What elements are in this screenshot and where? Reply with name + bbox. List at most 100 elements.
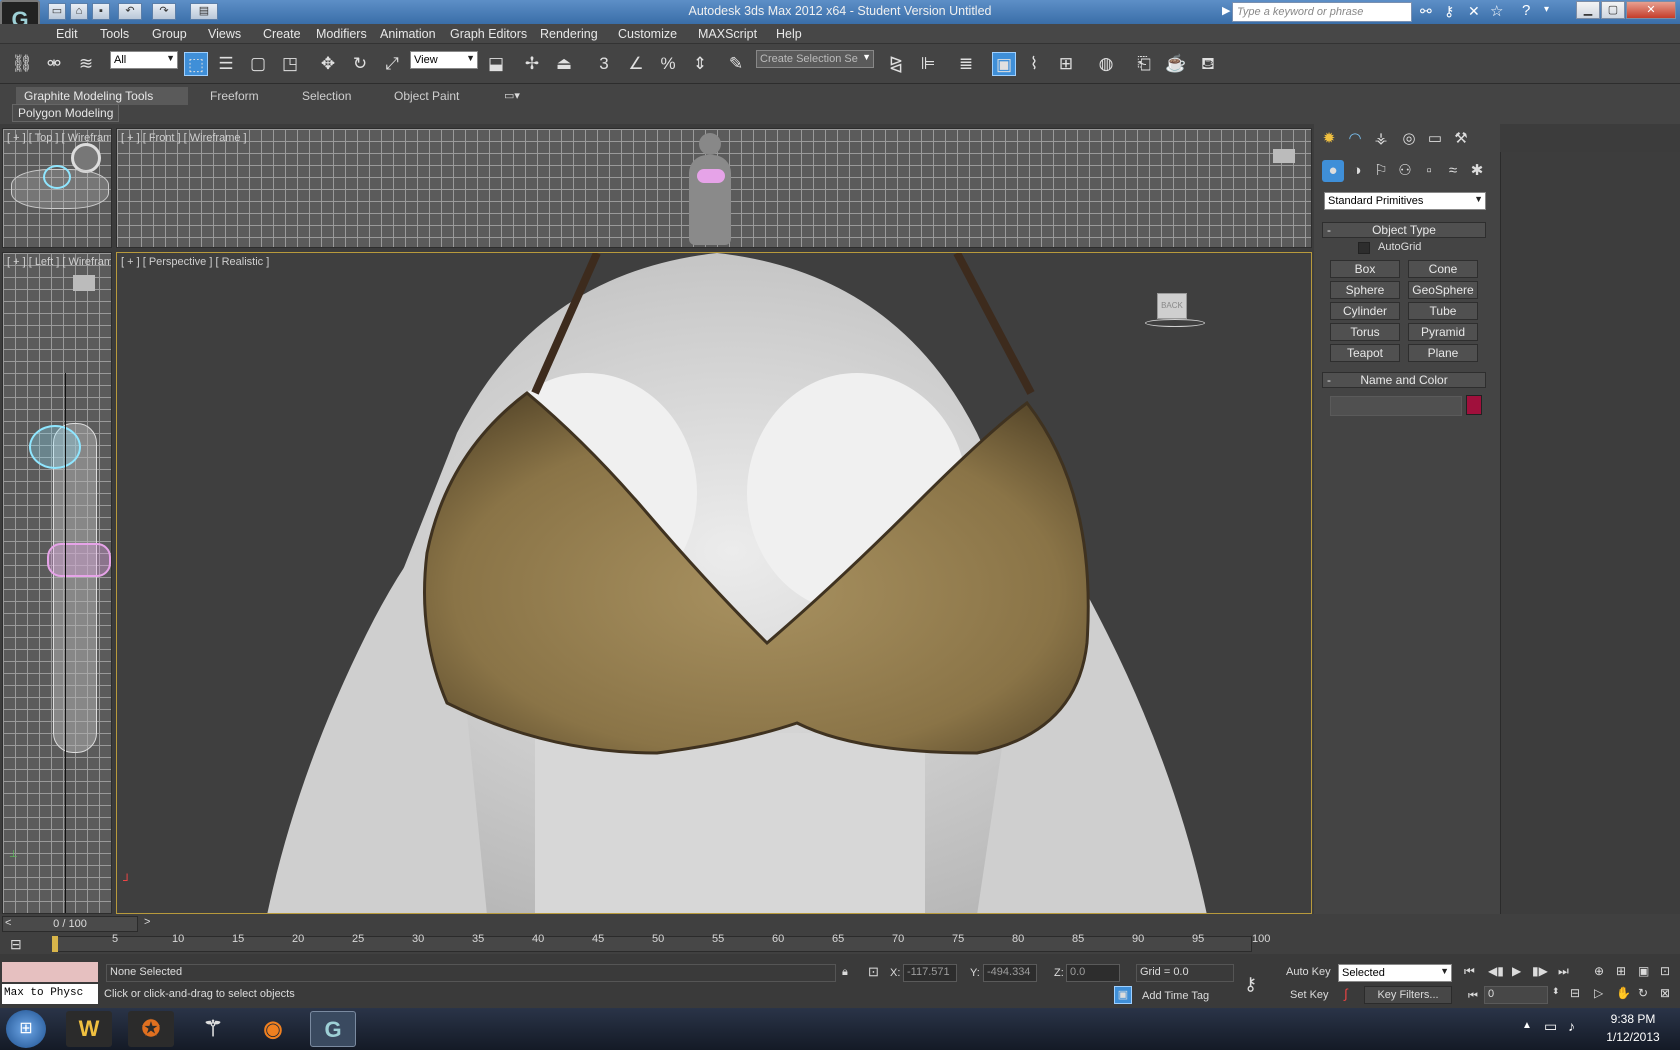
warcraft-app-icon[interactable]: W — [66, 1011, 112, 1047]
bind-space-warp-icon[interactable]: ≋ — [74, 52, 98, 76]
menu-tools[interactable]: Tools — [100, 27, 129, 41]
frame-spinner-icon[interactable]: ⬍ — [1552, 986, 1560, 997]
field-of-view-icon[interactable]: ▷ — [1594, 986, 1603, 1000]
add-time-tag[interactable]: Add Time Tag — [1142, 990, 1209, 1002]
autogrid-checkbox[interactable] — [1358, 242, 1370, 254]
viewcube-icon[interactable] — [73, 275, 95, 291]
viewport-top-label[interactable]: [ + ] [ Top ] [ Wirefram — [7, 132, 111, 144]
helpers-icon[interactable]: ▫ — [1418, 160, 1440, 182]
render-setup-icon[interactable]: ⎗ — [1132, 52, 1156, 76]
previous-frame-icon[interactable]: ◀▮ — [1488, 964, 1504, 978]
favorites-star-icon[interactable]: ☆ — [1490, 2, 1503, 20]
viewport-front[interactable]: [ + ] [ Front ] [ Wireframe ] — [116, 128, 1312, 248]
modify-tab-icon[interactable]: ◠ — [1344, 128, 1366, 150]
viewport-left-label[interactable]: [ + ] [ Left ] [ Wirefram — [7, 256, 111, 268]
key-mode-toggle-icon[interactable]: ⏮ — [1468, 990, 1478, 1003]
set-key-button[interactable]: Set Key — [1290, 989, 1329, 1001]
motion-tab-icon[interactable]: ◎ — [1398, 128, 1420, 150]
pivot-center-icon[interactable]: ⬓ — [484, 52, 508, 76]
display-tab-icon[interactable]: ▭ — [1424, 128, 1446, 150]
select-and-move-icon[interactable]: ✥ — [316, 52, 340, 76]
mirror-icon[interactable]: ⧎ — [884, 52, 908, 76]
align-icon[interactable]: ⊫ — [916, 52, 940, 76]
show-hidden-icons-icon[interactable]: ▲ — [1522, 1020, 1532, 1031]
binoculars-icon[interactable]: ⚯ — [1420, 3, 1432, 20]
mini-curve-editor-icon[interactable]: ⊟ — [10, 936, 22, 953]
rendered-frame-window-icon[interactable]: ☕ — [1164, 52, 1188, 76]
time-slider-next-icon[interactable]: > — [144, 916, 150, 928]
auto-key-button[interactable]: Auto Key — [1286, 966, 1331, 978]
menu-views[interactable]: Views — [208, 27, 241, 41]
menu-modifiers[interactable]: Modifiers — [316, 27, 367, 41]
select-object-icon[interactable]: ⬚ — [184, 52, 208, 76]
menu-rendering[interactable]: Rendering — [540, 27, 598, 41]
clock-time[interactable]: 9:38 PM — [1600, 1012, 1666, 1026]
zoom-extents-icon[interactable]: ▣ — [1638, 964, 1649, 978]
tab-freeform[interactable]: Freeform — [202, 87, 267, 105]
network-icon[interactable]: ▭ — [1544, 1018, 1557, 1035]
zoom-icon[interactable]: ⊕ — [1594, 964, 1604, 978]
viewport-perspective[interactable]: [ + ] [ Perspective ] [ Realistic ] BACK… — [116, 252, 1312, 914]
utilities-tab-icon[interactable]: ⚒ — [1450, 128, 1472, 150]
panel-polygon-modeling[interactable]: Polygon Modeling — [12, 104, 120, 122]
selection-filter-dropdown[interactable]: All ▼ — [110, 51, 178, 69]
time-configuration-icon[interactable]: ⊟ — [1570, 986, 1580, 1000]
viewport-top[interactable]: [ + ] [ Top ] [ Wirefram — [2, 128, 112, 248]
menu-animation[interactable]: Animation — [380, 27, 436, 41]
volume-icon[interactable]: ♪ — [1568, 1018, 1575, 1034]
save-file-icon[interactable]: ▪ — [92, 3, 110, 20]
starcraft-app-icon[interactable]: ✪ — [128, 1011, 174, 1047]
named-selection-field[interactable]: Create Selection Se ▼ — [756, 50, 874, 68]
unlink-selection-icon[interactable]: ⚮ — [42, 52, 66, 76]
select-and-manipulate-icon[interactable]: ✢ — [520, 52, 544, 76]
reference-coordinate-dropdown[interactable]: View ▼ — [410, 51, 478, 69]
tab-selection[interactable]: Selection — [294, 87, 359, 105]
key-filters-button[interactable]: Key Filters... — [1364, 986, 1452, 1004]
viewcube-back[interactable]: BACK — [1157, 293, 1187, 319]
menu-customize[interactable]: Customize — [618, 27, 677, 41]
cylinder-button[interactable]: Cylinder — [1330, 302, 1400, 320]
cone-button[interactable]: Cone — [1408, 260, 1478, 278]
select-by-name-icon[interactable]: ☰ — [214, 52, 238, 76]
object-color-swatch[interactable] — [1466, 395, 1482, 415]
menu-maxscript[interactable]: MAXScript — [698, 27, 757, 41]
plane-button[interactable]: Plane — [1408, 344, 1478, 362]
graphite-toggle-icon[interactable]: ▣ — [992, 52, 1016, 76]
material-editor-icon[interactable]: ◍ — [1094, 52, 1118, 76]
undo-icon[interactable]: ↶ — [118, 3, 142, 20]
time-slider[interactable]: < 0 / 100 — [2, 916, 138, 932]
expand-arrow-icon[interactable]: ▶ — [1222, 4, 1230, 17]
angle-snap-icon[interactable]: ∠ — [624, 52, 648, 76]
maximize-button[interactable]: ▢ — [1601, 1, 1625, 19]
select-and-rotate-icon[interactable]: ↻ — [348, 52, 372, 76]
goto-end-icon[interactable]: ⏭ — [1558, 964, 1569, 979]
ribbon-options-icon[interactable]: ▭▾ — [504, 89, 520, 102]
tube-button[interactable]: Tube — [1408, 302, 1478, 320]
menu-group[interactable]: Group — [152, 27, 187, 41]
zoom-all-icon[interactable]: ⊞ — [1616, 964, 1626, 978]
viewport-front-label[interactable]: [ + ] [ Front ] [ Wireframe ] — [121, 132, 247, 144]
viewcube-ring-icon[interactable] — [1145, 319, 1205, 327]
create-tab-icon[interactable]: ✹ — [1318, 128, 1340, 150]
select-and-link-icon[interactable]: ⛓ — [10, 52, 34, 76]
pyramid-button[interactable]: Pyramid — [1408, 323, 1478, 341]
primitive-category-dropdown[interactable]: Standard Primitives ▼ — [1324, 192, 1486, 210]
geosphere-button[interactable]: GeoSphere — [1408, 281, 1478, 299]
percent-snap-icon[interactable]: % — [656, 52, 680, 76]
cameras-icon[interactable]: ⚇ — [1394, 160, 1416, 182]
maxscript-listener[interactable]: Max to Physc — [2, 984, 98, 1004]
next-frame-icon[interactable]: ▮▶ — [1532, 964, 1548, 978]
tab-graphite-modeling-tools[interactable]: Graphite Modeling Tools — [16, 87, 188, 105]
windows-start-icon[interactable]: ⊞ — [6, 1010, 46, 1048]
select-and-scale-icon[interactable]: ⤢ — [380, 52, 404, 76]
communication-icon[interactable]: ✕ — [1468, 3, 1480, 20]
layer-manager-icon[interactable]: ≣ — [954, 52, 978, 76]
systems-icon[interactable]: ✱ — [1466, 160, 1488, 182]
3dsmax-app-icon[interactable]: G — [310, 1011, 356, 1047]
close-button[interactable]: ✕ — [1626, 1, 1676, 19]
menu-help[interactable]: Help — [776, 27, 802, 41]
set-key-icon[interactable]: ⚷ — [1244, 974, 1257, 995]
box-button[interactable]: Box — [1330, 260, 1400, 278]
schematic-view-icon[interactable]: ⊞ — [1054, 52, 1078, 76]
hierarchy-tab-icon[interactable]: ⚶ — [1370, 128, 1392, 150]
